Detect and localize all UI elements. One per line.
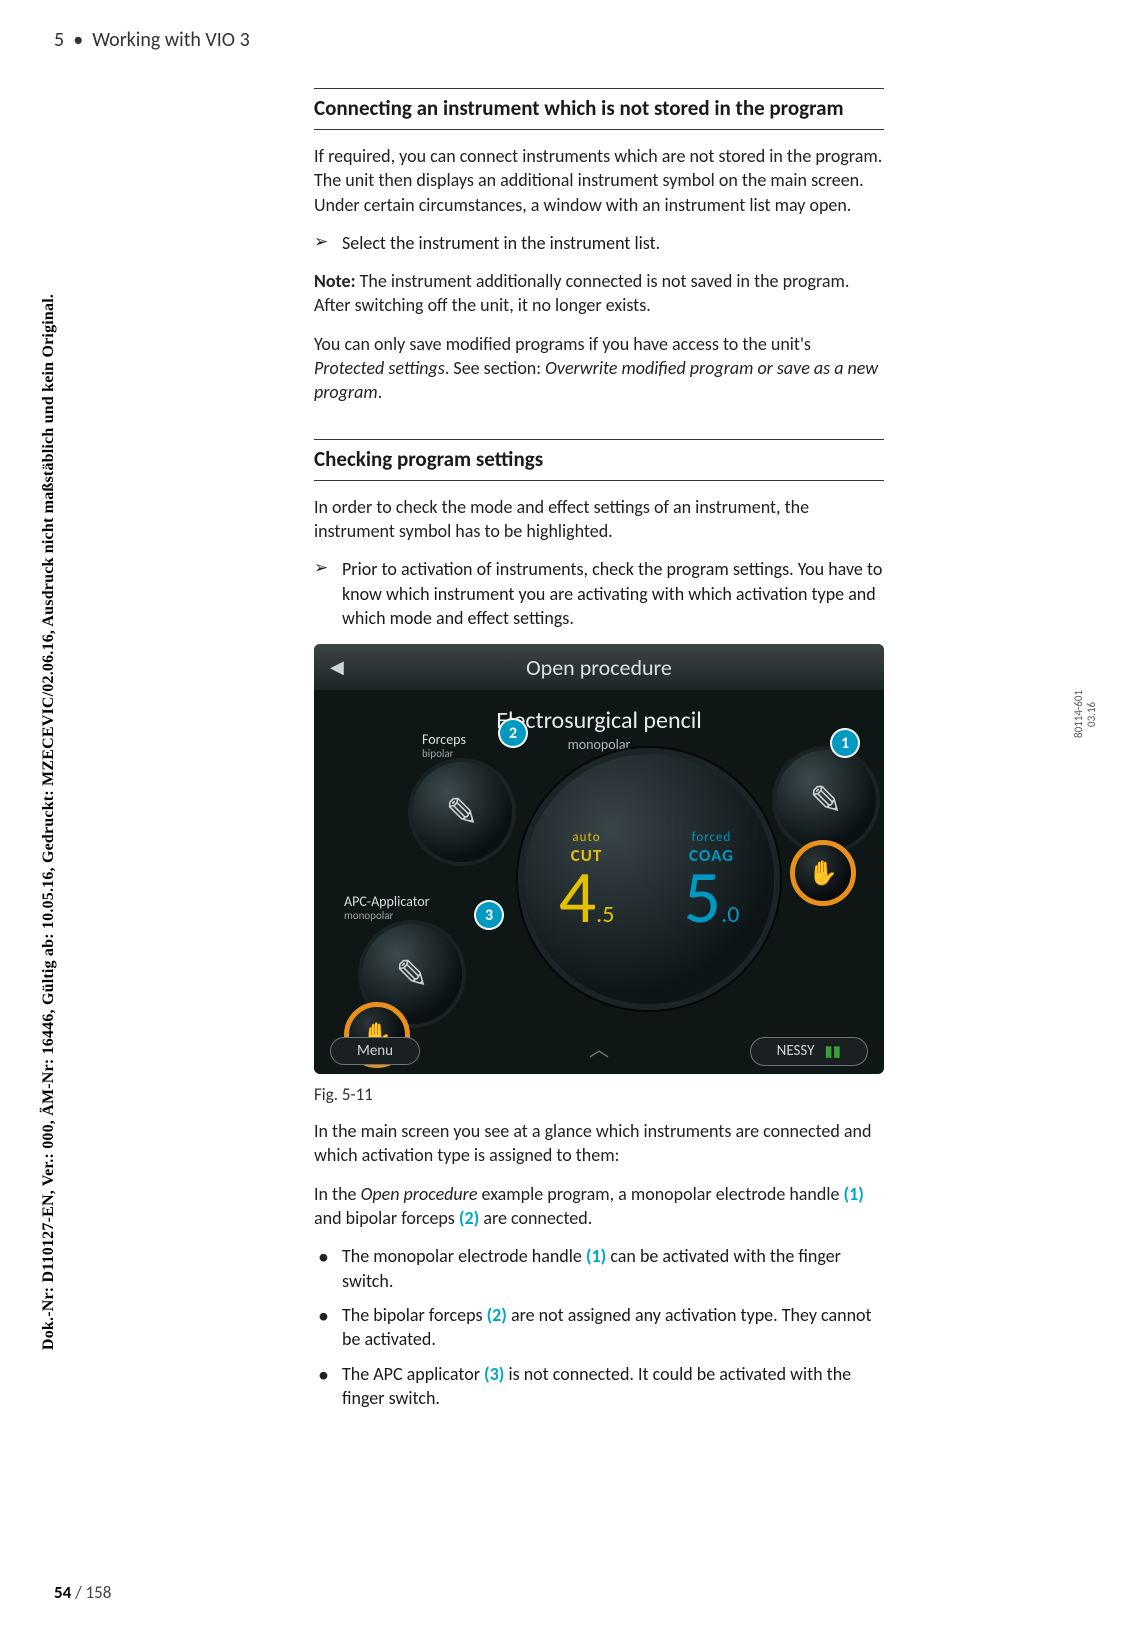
section-title-checking: Checking program settings bbox=[314, 439, 884, 481]
cut-mode-small: auto bbox=[572, 830, 600, 845]
ref-1: (1) bbox=[586, 1245, 606, 1267]
activation-ring-right[interactable]: ✋ bbox=[790, 840, 856, 906]
cut-side[interactable]: auto CUT 4.5 bbox=[524, 754, 649, 1004]
sec1-para3: You can only save modified programs if y… bbox=[314, 332, 884, 405]
ref-2: (2) bbox=[487, 1304, 507, 1326]
section-title-connecting: Connecting an instrument which is not st… bbox=[314, 88, 884, 130]
cut-dec: .5 bbox=[596, 900, 614, 929]
t: are connected. bbox=[479, 1207, 592, 1229]
sec2-para3: In the Open procedure example program, a… bbox=[314, 1182, 884, 1231]
t: example program, a monopolar electrode h… bbox=[477, 1183, 843, 1205]
back-icon[interactable]: ◀ bbox=[330, 656, 344, 678]
screen-title-bar: ◀ Open procedure bbox=[314, 644, 884, 690]
sec1-step1: Select the instrument in the instrument … bbox=[314, 231, 884, 255]
ref-2: (2) bbox=[459, 1207, 479, 1229]
callout-2: 2 bbox=[500, 720, 526, 746]
bullet-sep: • bbox=[73, 28, 83, 52]
t: . See section: bbox=[445, 357, 545, 379]
nessy-button[interactable]: NESSY ▮▮ bbox=[750, 1037, 868, 1066]
t: The APC applicator bbox=[342, 1363, 484, 1385]
nessy-label: NESSY bbox=[777, 1042, 815, 1060]
t: bipolar bbox=[422, 748, 466, 761]
coag-int: 5 bbox=[684, 852, 722, 942]
instrument-title: Electrosurgical pencil bbox=[314, 706, 884, 735]
page-sep: / bbox=[71, 1582, 85, 1603]
forceps-label: Forceps bipolar bbox=[422, 732, 466, 761]
menu-button[interactable]: Menu bbox=[330, 1037, 420, 1065]
pencil-dial[interactable]: ✎ bbox=[776, 750, 876, 850]
chapter-number: 5 bbox=[54, 28, 64, 52]
sec2-steps: Prior to activation of instruments, chec… bbox=[314, 557, 884, 630]
ref-3: (3) bbox=[484, 1363, 504, 1385]
artwork-date: 03.16 bbox=[1085, 701, 1098, 726]
bullet-2: The bipolar forceps (2) are not assigned… bbox=[314, 1303, 884, 1352]
sec2-para2: In the main screen you see at a glance w… bbox=[314, 1119, 884, 1168]
artwork-code: 80114-601 bbox=[1072, 690, 1085, 738]
coag-value: 5.0 bbox=[684, 866, 740, 929]
forceps-dial[interactable]: ✎ bbox=[412, 762, 512, 862]
ref-1: (1) bbox=[844, 1183, 864, 1205]
main-effect-dial[interactable]: auto CUT 4.5 forced COAG 5.0 bbox=[524, 754, 774, 1004]
t: You can only save modified programs if y… bbox=[314, 333, 811, 355]
page-total: 158 bbox=[86, 1582, 112, 1603]
apc-icon: ✎ bbox=[395, 950, 429, 999]
t-italic: Open procedure bbox=[361, 1183, 478, 1205]
sec1-para1: If required, you can connect instruments… bbox=[314, 144, 884, 217]
note-label: Note: bbox=[314, 270, 356, 292]
pencil-icon: ✎ bbox=[809, 776, 843, 825]
main-content: Connecting an instrument which is not st… bbox=[314, 72, 884, 1424]
t: Forceps bbox=[422, 731, 466, 748]
t: The monopolar electrode handle bbox=[342, 1245, 586, 1267]
t: . bbox=[378, 381, 383, 403]
sec1-note: Note: The instrument additionally connec… bbox=[314, 269, 884, 318]
callout-3: 3 bbox=[476, 902, 502, 928]
instrument-subtitle: monopolar bbox=[314, 736, 884, 753]
page-footer: 54 / 158 bbox=[54, 1582, 111, 1603]
right-margin-code: 80114-601 03.16 bbox=[1072, 690, 1098, 738]
figure-5-11: ◀ Open procedure Electrosurgical pencil … bbox=[314, 644, 884, 1074]
t: In the bbox=[314, 1183, 361, 1205]
coag-dec: .0 bbox=[721, 900, 739, 929]
expand-up-icon[interactable]: ︿ bbox=[589, 1033, 609, 1062]
callout-1: 1 bbox=[832, 730, 858, 756]
t: The bipolar forceps bbox=[342, 1304, 487, 1326]
figure-caption: Fig. 5-11 bbox=[314, 1084, 884, 1105]
apc-label: APC-Applicator monopolar bbox=[344, 894, 430, 923]
bullet-3: The APC applicator (3) is not connected.… bbox=[314, 1362, 884, 1411]
t-italic: Protected settings bbox=[314, 357, 445, 379]
t: and bipolar forceps bbox=[314, 1207, 459, 1229]
hand-icon: ✋ bbox=[808, 859, 838, 888]
running-header: 5 • Working with VIO 3 bbox=[54, 28, 250, 52]
sec2-para1: In order to check the mode and effect se… bbox=[314, 495, 884, 544]
forceps-icon: ✎ bbox=[445, 788, 479, 837]
chapter-title: Working with VIO 3 bbox=[92, 28, 250, 52]
bullet-1: The monopolar electrode handle (1) can b… bbox=[314, 1244, 884, 1293]
sec1-steps: Select the instrument in the instrument … bbox=[314, 231, 884, 255]
page-current: 54 bbox=[54, 1582, 71, 1603]
sec2-bullets: The monopolar electrode handle (1) can b… bbox=[314, 1244, 884, 1410]
sec2-step1: Prior to activation of instruments, chec… bbox=[314, 557, 884, 630]
left-margin-doc-info: Dok.-Nr: D110127-EN, Ver.: 000, ÄM-Nr: 1… bbox=[40, 293, 58, 1349]
nessy-status-icon: ▮▮ bbox=[824, 1042, 841, 1061]
note-text: The instrument additionally connected is… bbox=[314, 270, 849, 316]
t: APC-Applicator bbox=[344, 893, 430, 910]
coag-side[interactable]: forced COAG 5.0 bbox=[649, 754, 774, 1004]
coag-mode-small: forced bbox=[692, 830, 732, 845]
screen-title: Open procedure bbox=[526, 654, 672, 681]
cut-int: 4 bbox=[559, 852, 597, 942]
cut-value: 4.5 bbox=[559, 866, 615, 929]
t: monopolar bbox=[344, 910, 430, 923]
